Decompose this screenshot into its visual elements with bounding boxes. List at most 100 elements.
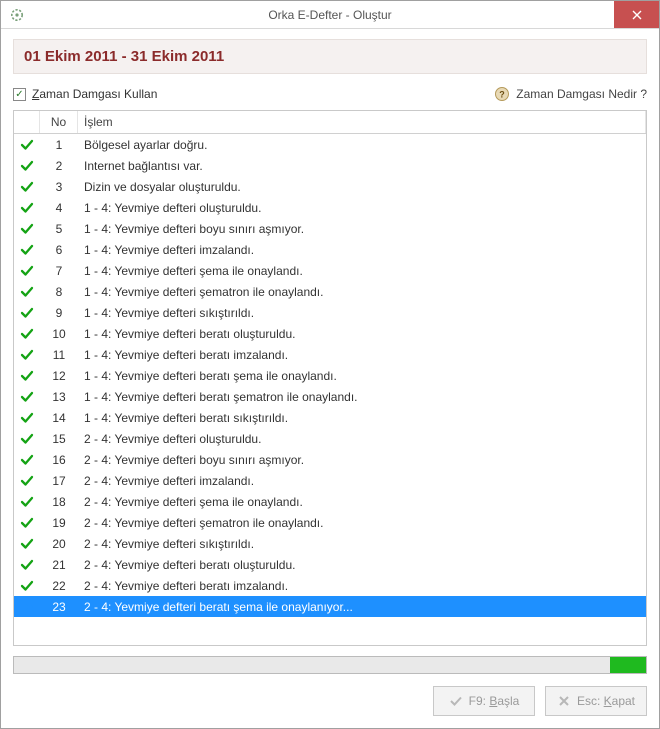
table-row[interactable]: 2Internet bağlantısı var. [14, 155, 646, 176]
table-row[interactable]: 101 - 4: Yevmiye defteri beratı oluşturu… [14, 323, 646, 344]
app-window: Orka E-Defter - Oluştur 01 Ekim 2011 - 3… [0, 0, 660, 729]
col-op[interactable]: İşlem [78, 111, 646, 133]
table-row[interactable]: 111 - 4: Yevmiye defteri beratı imzaland… [14, 344, 646, 365]
row-status-icon [14, 285, 40, 299]
row-op: 2 - 4: Yevmiye defteri sıkıştırıldı. [78, 537, 646, 551]
table-row[interactable]: 192 - 4: Yevmiye defteri şematron ile on… [14, 512, 646, 533]
row-status-icon [14, 180, 40, 194]
timestamp-help-label: Zaman Damgası Nedir ? [516, 87, 647, 101]
checkmark-icon [20, 201, 34, 215]
row-status-icon [14, 201, 40, 215]
window-title: Orka E-Defter - Oluştur [1, 8, 659, 22]
table-row[interactable]: 71 - 4: Yevmiye defteri şema ile onaylan… [14, 260, 646, 281]
row-status-icon [14, 264, 40, 278]
row-no: 14 [40, 411, 78, 425]
table-row[interactable]: 182 - 4: Yevmiye defteri şema ile onayla… [14, 491, 646, 512]
row-op: 1 - 4: Yevmiye defteri beratı sıkıştırıl… [78, 411, 646, 425]
checkmark-icon [20, 432, 34, 446]
table-row[interactable]: 81 - 4: Yevmiye defteri şematron ile ona… [14, 281, 646, 302]
button-row: F9: Başla Esc: Kapat [13, 686, 647, 716]
row-status-icon [14, 348, 40, 362]
x-icon [557, 694, 571, 708]
titlebar: Orka E-Defter - Oluştur [1, 1, 659, 29]
col-no[interactable]: No [40, 111, 78, 133]
checkmark-icon [20, 558, 34, 572]
row-no: 4 [40, 201, 78, 215]
checkmark-icon [20, 516, 34, 530]
row-no: 22 [40, 579, 78, 593]
check-icon [449, 694, 463, 708]
checkmark-icon [20, 264, 34, 278]
checkmark-icon [20, 222, 34, 236]
timestamp-checkbox[interactable]: ✓ [13, 88, 26, 101]
checkmark-icon [20, 369, 34, 383]
checkmark-icon [20, 579, 34, 593]
row-status-icon [14, 369, 40, 383]
start-button[interactable]: F9: Başla [433, 686, 535, 716]
row-no: 6 [40, 243, 78, 257]
timestamp-help-link[interactable]: ? Zaman Damgası Nedir ? [494, 86, 647, 102]
grid-body[interactable]: 1Bölgesel ayarlar doğru.2Internet bağlan… [14, 134, 646, 645]
row-status-icon [14, 327, 40, 341]
row-status-icon [14, 453, 40, 467]
row-op: 1 - 4: Yevmiye defteri boyu sınırı aşmıy… [78, 222, 646, 236]
checkmark-icon [20, 327, 34, 341]
table-row[interactable]: 172 - 4: Yevmiye defteri imzalandı. [14, 470, 646, 491]
table-row[interactable]: 51 - 4: Yevmiye defteri boyu sınırı aşmı… [14, 218, 646, 239]
row-op: 1 - 4: Yevmiye defteri beratı şema ile o… [78, 369, 646, 383]
row-no: 7 [40, 264, 78, 278]
row-op: 1 - 4: Yevmiye defteri şematron ile onay… [78, 285, 646, 299]
timestamp-label[interactable]: Zaman Damgası Kullan [32, 87, 157, 101]
table-row[interactable]: 41 - 4: Yevmiye defteri oluşturuldu. [14, 197, 646, 218]
close-button[interactable] [614, 1, 659, 28]
date-banner: 01 Ekim 2011 - 31 Ekim 2011 [13, 39, 647, 74]
col-status[interactable] [14, 111, 40, 133]
table-row[interactable]: 232 - 4: Yevmiye defteri beratı şema ile… [14, 596, 646, 617]
table-row[interactable]: 222 - 4: Yevmiye defteri beratı imzaland… [14, 575, 646, 596]
table-row[interactable]: 212 - 4: Yevmiye defteri beratı oluşturu… [14, 554, 646, 575]
row-status-icon [14, 222, 40, 236]
row-op: 1 - 4: Yevmiye defteri oluşturuldu. [78, 201, 646, 215]
date-range: 01 Ekim 2011 - 31 Ekim 2011 [24, 48, 224, 65]
row-no: 2 [40, 159, 78, 173]
row-op: 2 - 4: Yevmiye defteri boyu sınırı aşmıy… [78, 453, 646, 467]
row-no: 12 [40, 369, 78, 383]
row-status-icon [14, 306, 40, 320]
row-no: 13 [40, 390, 78, 404]
row-status-icon [14, 432, 40, 446]
table-row[interactable]: 1Bölgesel ayarlar doğru. [14, 134, 646, 155]
table-row[interactable]: 202 - 4: Yevmiye defteri sıkıştırıldı. [14, 533, 646, 554]
table-row[interactable]: 3Dizin ve dosyalar oluşturuldu. [14, 176, 646, 197]
row-no: 19 [40, 516, 78, 530]
row-op: 1 - 4: Yevmiye defteri beratı imzalandı. [78, 348, 646, 362]
table-row[interactable]: 61 - 4: Yevmiye defteri imzalandı. [14, 239, 646, 260]
checkmark-icon [20, 537, 34, 551]
table-row[interactable]: 141 - 4: Yevmiye defteri beratı sıkıştır… [14, 407, 646, 428]
row-no: 20 [40, 537, 78, 551]
row-no: 23 [40, 600, 78, 614]
checkmark-icon [20, 411, 34, 425]
checkmark-icon [20, 159, 34, 173]
table-row[interactable]: 91 - 4: Yevmiye defteri sıkıştırıldı. [14, 302, 646, 323]
table-row[interactable]: 131 - 4: Yevmiye defteri beratı şematron… [14, 386, 646, 407]
table-row[interactable]: 162 - 4: Yevmiye defteri boyu sınırı aşm… [14, 449, 646, 470]
close-button-footer[interactable]: Esc: Kapat [545, 686, 647, 716]
row-op: 1 - 4: Yevmiye defteri şema ile onayland… [78, 264, 646, 278]
process-grid: No İşlem 1Bölgesel ayarlar doğru.2Intern… [13, 110, 647, 646]
row-status-icon [14, 474, 40, 488]
table-row[interactable]: 121 - 4: Yevmiye defteri beratı şema ile… [14, 365, 646, 386]
row-no: 1 [40, 138, 78, 152]
row-op: 2 - 4: Yevmiye defteri beratı oluşturuld… [78, 558, 646, 572]
row-no: 5 [40, 222, 78, 236]
checkmark-icon [20, 474, 34, 488]
row-no: 21 [40, 558, 78, 572]
row-op: 1 - 4: Yevmiye defteri sıkıştırıldı. [78, 306, 646, 320]
row-status-icon [14, 558, 40, 572]
checkmark-icon [20, 495, 34, 509]
row-status-icon [14, 516, 40, 530]
close-icon [632, 10, 642, 20]
row-op: Internet bağlantısı var. [78, 159, 646, 173]
table-row[interactable]: 152 - 4: Yevmiye defteri oluşturuldu. [14, 428, 646, 449]
row-status-icon [14, 579, 40, 593]
row-op: Dizin ve dosyalar oluşturuldu. [78, 180, 646, 194]
